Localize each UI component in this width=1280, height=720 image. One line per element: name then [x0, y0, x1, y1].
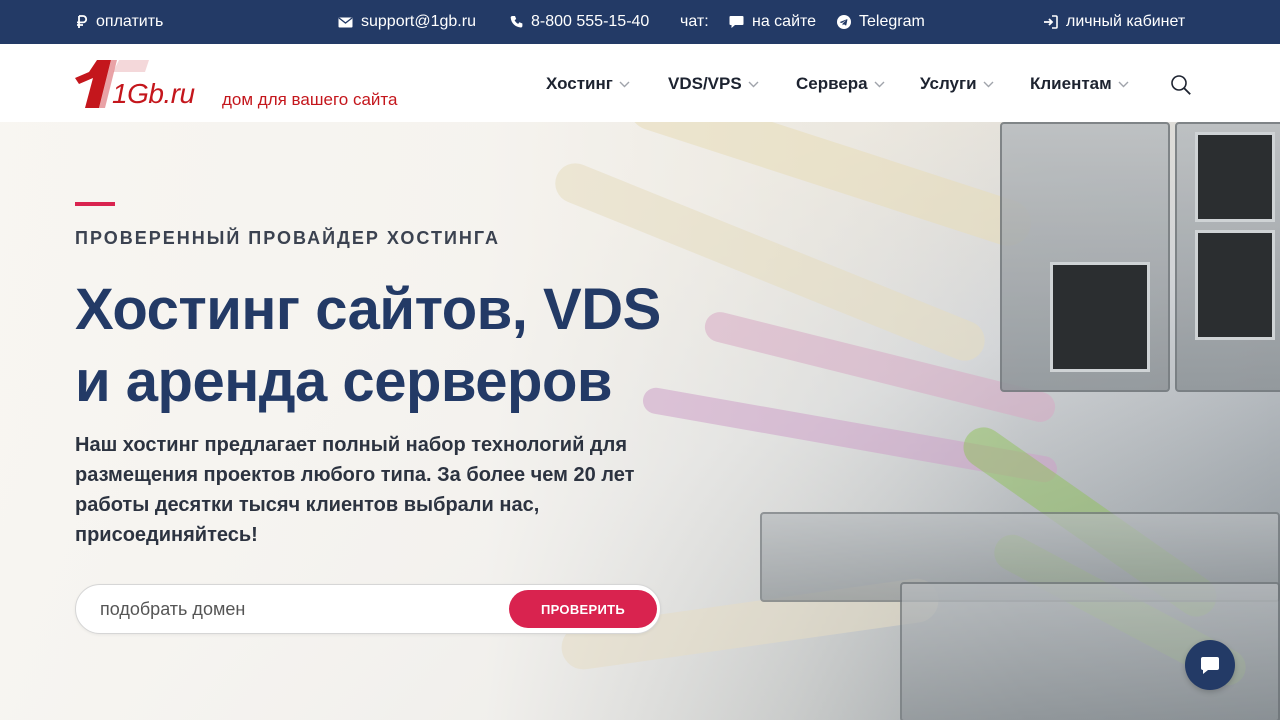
- cabinet-link[interactable]: личный кабинет: [1043, 0, 1185, 44]
- site-header: 1Gb.ru дом для вашего сайта Хостинг VDS/…: [0, 44, 1280, 122]
- nav-hosting-label: Хостинг: [546, 74, 613, 93]
- nav-vds[interactable]: VDS/VPS: [668, 74, 759, 94]
- hero-headline: Хостинг сайтов, VDS и аренда серверов: [75, 274, 715, 418]
- ruble-icon: [76, 15, 88, 29]
- tagline: дом для вашего сайта: [222, 90, 398, 109]
- hero-headline-line2: и аренда серверов: [75, 349, 613, 414]
- pay-label: оплатить: [96, 13, 164, 30]
- domain-search-form: ПРОВЕРИТЬ: [75, 584, 661, 634]
- chat-bubble-icon: [729, 15, 744, 29]
- domain-input[interactable]: [100, 585, 500, 633]
- hero-section: ПРОВЕРЕННЫЙ ПРОВАЙДЕР ХОСТИНГА Хостинг с…: [0, 122, 1280, 720]
- chat-site-label: на сайте: [752, 13, 817, 30]
- email-label: support@1gb.ru: [361, 13, 476, 30]
- chat-site-link[interactable]: на сайте: [729, 0, 816, 44]
- telegram-link[interactable]: Telegram: [837, 0, 925, 44]
- login-icon: [1043, 15, 1058, 29]
- nav-clients[interactable]: Клиентам: [1030, 74, 1129, 94]
- chat-label: чат:: [680, 13, 709, 30]
- phone-icon: [510, 15, 523, 29]
- nav-clients-label: Клиентам: [1030, 74, 1112, 93]
- pay-link[interactable]: оплатить: [76, 0, 163, 44]
- nav-services-label: Услуги: [920, 74, 977, 93]
- check-domain-button[interactable]: ПРОВЕРИТЬ: [509, 590, 657, 628]
- chevron-down-icon: [619, 81, 630, 87]
- nav-hosting[interactable]: Хостинг: [546, 74, 630, 94]
- nav-servers-label: Сервера: [796, 74, 868, 93]
- mail-icon: [338, 16, 353, 28]
- search-button[interactable]: [1170, 74, 1192, 96]
- hero-headline-line1: Хостинг сайтов, VDS: [75, 277, 661, 342]
- logo-text: 1Gb.ru: [112, 78, 195, 109]
- telegram-icon: [837, 15, 851, 29]
- phone-link[interactable]: 8-800 555-15-40: [510, 0, 649, 44]
- chevron-down-icon: [874, 81, 885, 87]
- accent-line: [75, 202, 115, 206]
- nav-servers[interactable]: Сервера: [796, 74, 885, 94]
- hero-eyebrow: ПРОВЕРЕННЫЙ ПРОВАЙДЕР ХОСТИНГА: [75, 228, 500, 248]
- chevron-down-icon: [748, 81, 759, 87]
- phone-label: 8-800 555-15-40: [531, 13, 650, 30]
- chat-widget-button[interactable]: [1185, 640, 1235, 690]
- cabinet-label: личный кабинет: [1066, 13, 1186, 30]
- chevron-down-icon: [983, 81, 994, 87]
- email-link[interactable]: support@1gb.ru: [338, 0, 476, 44]
- top-bar: оплатить support@1gb.ru 8-800 555-15-40 …: [0, 0, 1280, 44]
- search-icon: [1171, 75, 1191, 95]
- chat-icon: [1201, 656, 1219, 674]
- chevron-down-icon: [1118, 81, 1129, 87]
- nav-vds-label: VDS/VPS: [668, 74, 742, 93]
- hero-description: Наш хостинг предлагает полный набор техн…: [75, 434, 635, 546]
- nav-services[interactable]: Услуги: [920, 74, 994, 94]
- telegram-label: Telegram: [859, 13, 925, 30]
